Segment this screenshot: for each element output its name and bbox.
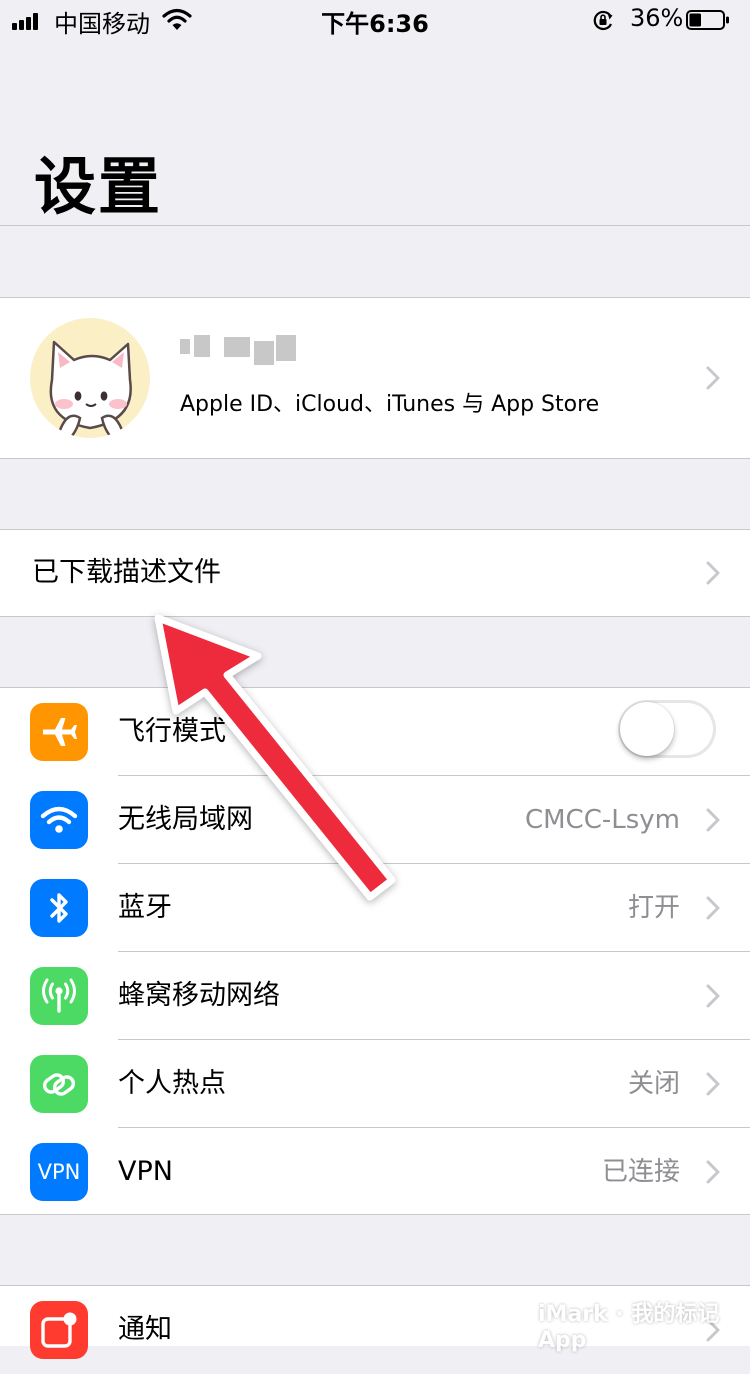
chevron-right-icon: [706, 366, 720, 390]
page-title: 设置: [34, 150, 163, 223]
settings-row-label: 蓝牙: [118, 892, 172, 923]
settings-row-vpn[interactable]: VPN VPN 已连接: [0, 1128, 750, 1216]
settings-row-value: CMCC-Lsym: [524, 805, 680, 835]
battery-percent: 36%: [630, 4, 684, 32]
downloaded-profiles-row[interactable]: 已下载描述文件: [0, 529, 750, 617]
apple-id-subtitle: Apple ID、iCloud、iTunes 与 App Store: [180, 392, 600, 417]
avatar: [30, 318, 150, 438]
settings-row-label: 蜂窝移动网络: [118, 980, 280, 1011]
bluetooth-icon: [30, 879, 88, 937]
settings-row-value: 关闭: [627, 1069, 680, 1099]
cartoon-cat-avatar: [49, 340, 132, 437]
orientation-lock-icon: [593, 10, 613, 31]
status-bar: 中国移动 下午6:36 36%: [0, 0, 750, 40]
chevron-right-icon: [706, 561, 720, 585]
settings-row-label: 通知: [118, 1314, 172, 1345]
settings-row-value: 已连接: [601, 1157, 680, 1187]
battery-icon: [686, 10, 729, 30]
settings-row-airplane-mode[interactable]: 飞行模式: [0, 688, 750, 776]
chevron-right-icon: [706, 808, 720, 832]
vpn-icon-text: VPN: [37, 1160, 81, 1184]
toggle-knob: [620, 702, 674, 756]
downloaded-profiles-label: 已下载描述文件: [32, 557, 221, 588]
settings-row-personal-hotspot[interactable]: 个人热点 关闭: [0, 1040, 750, 1128]
chevron-right-icon: [706, 984, 720, 1008]
notifications-icon: [30, 1301, 88, 1359]
hotspot-icon: [30, 1055, 88, 1113]
airplane-icon: [30, 703, 88, 761]
watermark: iMark · 我的标记 App: [538, 1302, 720, 1353]
chevron-right-icon: [706, 1072, 720, 1096]
apple-id-row[interactable]: Apple ID、iCloud、iTunes 与 App Store: [0, 297, 750, 459]
settings-row-wlan[interactable]: 无线局域网 CMCC-Lsym: [0, 776, 750, 864]
wifi-icon: [30, 791, 88, 849]
antenna-icon: [30, 967, 88, 1025]
connectivity-settings-group: 飞行模式 无线局域网 CMCC-Lsym 蓝牙 打开 蜂窝移动网络 个人热点 关…: [0, 687, 750, 1215]
chevron-right-icon: [706, 1160, 720, 1184]
settings-row-cellular[interactable]: 蜂窝移动网络: [0, 952, 750, 1040]
settings-row-label: VPN: [118, 1156, 173, 1187]
settings-row-label: 无线局域网: [118, 804, 253, 835]
settings-row-bluetooth[interactable]: 蓝牙 打开: [0, 864, 750, 952]
chevron-right-icon: [706, 896, 720, 920]
vpn-icon: VPN: [30, 1143, 88, 1201]
header-divider: [0, 225, 750, 226]
settings-row-label: 飞行模式: [118, 716, 226, 747]
airplane-mode-toggle[interactable]: [618, 700, 716, 758]
settings-row-label: 个人热点: [118, 1068, 226, 1099]
settings-row-value: 打开: [627, 893, 680, 923]
profile-name-blurred: [180, 335, 298, 369]
